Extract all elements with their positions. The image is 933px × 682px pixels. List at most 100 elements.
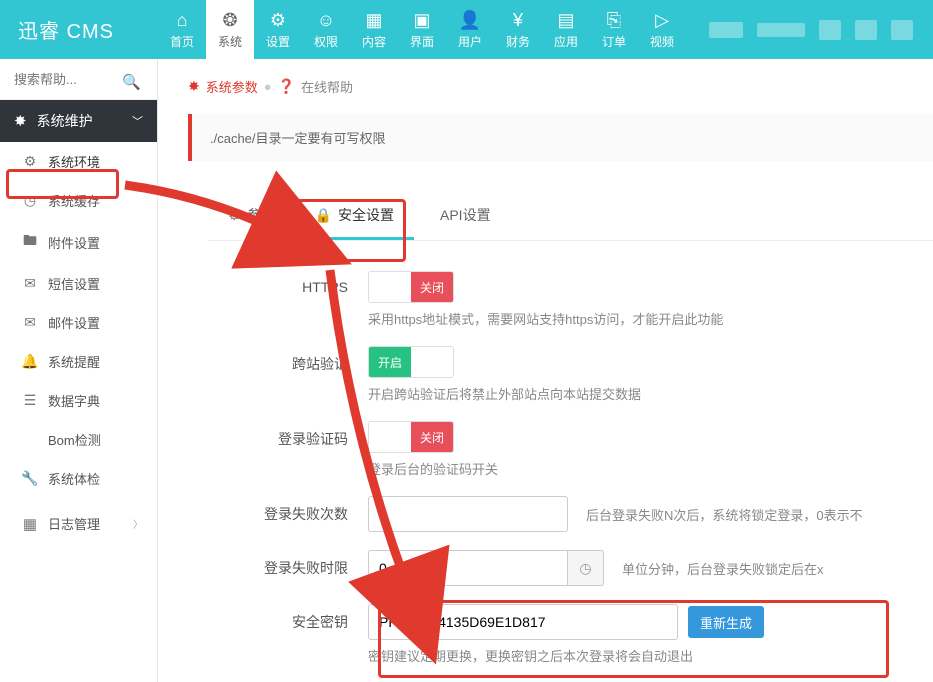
sidebar-item-email[interactable]: ✉邮件设置 — [0, 303, 157, 342]
topnav-icon: ⌂ — [177, 10, 188, 31]
tab-api[interactable]: API设置 — [414, 191, 511, 240]
topnav-blur — [819, 20, 841, 40]
sidebar-item-check[interactable]: 🔧 系统体检 — [0, 459, 157, 498]
topnav-item-4[interactable]: ▦内容 — [350, 0, 398, 59]
topnav-item-9[interactable]: ⎘订单 — [590, 0, 638, 59]
topnav-right — [709, 0, 933, 59]
toggle-off-label: 关闭 — [411, 422, 453, 452]
sidebar-item-icon: ◷ — [20, 192, 40, 209]
topnav-item-10[interactable]: ▷ 视频 — [638, 0, 686, 59]
sidebar-item-log[interactable]: ▦ 日志管理 〉 — [0, 504, 157, 543]
toggle-cross-site[interactable]: 开启 — [368, 346, 454, 378]
topnav-icon: ▣ — [413, 10, 430, 31]
toggle-blank — [369, 422, 411, 452]
sidebar-item-icon: 🔔 — [20, 353, 40, 370]
help-cross: 开启跨站验证后将禁止外部站点向本站提交数据 — [368, 384, 923, 403]
sidebar-item-dict[interactable]: ☰数据字典 — [0, 381, 157, 420]
toggle-login-captcha[interactable]: 关闭 — [368, 421, 454, 453]
sidebar: 🔍 ✸ 系统维护 ﹀ ⚙系统环境 ◷ 系统缓存 🖿附件设置✉短信设置✉邮件设置🔔系统提… — [0, 59, 158, 682]
sidebar-header-maintenance[interactable]: ✸ 系统维护 ﹀ — [0, 100, 157, 142]
sidebar-header-label: 系统维护 — [37, 111, 93, 131]
topnav-label: 首页 — [170, 33, 194, 50]
topnav-label: 权限 — [314, 33, 338, 50]
toggle-on-label: 开启 — [369, 347, 411, 377]
topnav-item-0[interactable]: ⌂ 首页 — [158, 0, 206, 59]
topnav-item-1[interactable]: ❂系统 — [206, 0, 254, 59]
toggle-https[interactable]: 关闭 — [368, 271, 454, 303]
tab-label: 参数 — [247, 205, 275, 225]
sidebar-item-label: 附件设置 — [48, 233, 100, 252]
sidebar-item-icon: ✉ — [20, 275, 40, 292]
topnav-blur — [709, 22, 743, 38]
help-fail: 后台登录失败N次后，系统将锁定登录，0表示不 — [586, 505, 863, 524]
sidebar-item-label: 日志管理 — [48, 514, 100, 533]
topnav-label: 视频 — [650, 33, 674, 50]
sidebar-item-icon: ⚙ — [20, 153, 40, 170]
breadcrumb-sep: ● — [264, 79, 272, 94]
tab-label: 安全设置 — [338, 205, 394, 225]
sidebar-item-attachment[interactable]: 🖿附件设置 — [0, 220, 157, 264]
topnav-item-5[interactable]: ▣ 界面 — [398, 0, 446, 59]
sidebar-item-system-env[interactable]: ⚙系统环境 — [0, 142, 157, 181]
main-content: ✸ 系统参数 ● ❓ 在线帮助 ./cache/目录一定要有可写权限 ⚙参数🔒安… — [158, 59, 933, 682]
topnav-icon: ⚙ — [270, 10, 286, 31]
breadcrumb-link[interactable]: 系统参数 — [206, 77, 258, 96]
tab-security[interactable]: 🔒 安全设置 — [295, 191, 414, 240]
sidebar-item-label: 系统体检 — [48, 469, 100, 488]
topnav-icon: ¥ — [513, 10, 523, 31]
topnav-item-3[interactable]: ☺权限 — [302, 0, 350, 59]
chevron-down-icon: ﹀ — [132, 113, 143, 129]
gear-icon: ✸ — [188, 78, 200, 95]
gear-icon: ✸ — [14, 112, 27, 130]
sidebar-item-bom[interactable]: Bom检测 — [0, 420, 157, 459]
topnav-icon: ▷ — [655, 10, 669, 31]
toggle-blank — [369, 272, 411, 302]
label-https: HTTPS — [218, 271, 368, 295]
sidebar-item-sms[interactable]: ✉短信设置 — [0, 264, 157, 303]
row-secret-key: 安全密钥 重新生成 密钥建议定期更换，更换密钥之后本次登录将会自动退出 — [218, 604, 923, 665]
topnav-icon: ⎘ — [607, 10, 621, 31]
brand-logo: 迅睿 CMS — [0, 0, 158, 59]
row-https: HTTPS 关闭 采用https地址模式，需要网站支持https访问，才能开启此… — [218, 271, 923, 328]
tabs: ⚙ 参数 🔒 安全设置 API设置 — [208, 191, 933, 241]
label-cross: 跨站验证 — [218, 346, 368, 374]
sidebar-item-notify[interactable]: 🔔系统提醒 — [0, 342, 157, 381]
label-lockout: 登录失败时限 — [218, 550, 368, 578]
topnav-item-7[interactable]: ¥ 财务 — [494, 0, 542, 59]
topnav-item-6[interactable]: 👤用户 — [446, 0, 494, 59]
sidebar-item-system-cache[interactable]: ◷ 系统缓存 — [0, 181, 157, 220]
sidebar-item-icon: ✉ — [20, 314, 40, 331]
form-area: HTTPS 关闭 采用https地址模式，需要网站支持https访问，才能开启此… — [188, 241, 933, 665]
sidebar-list: ⚙系统环境 ◷ 系统缓存 🖿附件设置✉短信设置✉邮件设置🔔系统提醒☰数据字典Bom检测… — [0, 142, 157, 498]
sidebar-item-icon: 🔧 — [20, 470, 40, 487]
breadcrumb: ✸ 系统参数 ● ❓ 在线帮助 — [188, 77, 933, 96]
topnav-label: 应用 — [554, 33, 578, 50]
topnav-label: 设置 — [266, 33, 290, 50]
help-https: 采用https地址模式，需要网站支持https访问，才能开启此功能 — [368, 309, 923, 328]
topnav-item-2[interactable]: ⚙ 设置 — [254, 0, 302, 59]
toggle-blank — [411, 347, 453, 377]
topnav-items: ⌂ 首页 ❂系统 ⚙ 设置 ☺权限▦内容 ▣ 界面 👤用户 ¥ 财务 ▤应用⎘订单 ▷ 视频 — [158, 0, 686, 59]
topnav-item-8[interactable]: ▤应用 — [542, 0, 590, 59]
input-secret-key[interactable] — [368, 604, 678, 640]
chevron-right-icon: 〉 — [133, 516, 143, 531]
input-lockout-minutes[interactable] — [368, 550, 568, 586]
search-icon[interactable]: 🔍 — [122, 73, 141, 91]
clock-icon: ◷ — [568, 550, 604, 586]
topnav-icon: ▦ — [365, 10, 382, 31]
top-nav: 迅睿 CMS ⌂ 首页 ❂系统 ⚙ 设置 ☺权限▦内容 ▣ 界面 👤用户 ¥ 财务 ▤应用⎘订单 ▷ 视频 — [0, 0, 933, 59]
sidebar-item-label: 系统缓存 — [48, 191, 100, 210]
topnav-label: 界面 — [410, 33, 434, 50]
regenerate-key-button[interactable]: 重新生成 — [688, 606, 764, 638]
topnav-label: 财务 — [506, 33, 530, 50]
tab-icon: 🔒 — [315, 207, 332, 224]
search-wrap: 🔍 — [0, 59, 157, 100]
row-cross-site: 跨站验证 开启 开启跨站验证后将禁止外部站点向本站提交数据 — [218, 346, 923, 403]
input-login-fail-count[interactable] — [368, 496, 568, 532]
topnav-label: 用户 — [458, 33, 482, 50]
tab-params[interactable]: ⚙ 参数 — [208, 191, 295, 240]
breadcrumb-help[interactable]: 在线帮助 — [301, 77, 353, 96]
help-key: 密钥建议定期更换，更换密钥之后本次登录将会自动退出 — [368, 646, 923, 665]
tab-icon: ⚙ — [228, 207, 241, 224]
label-captcha: 登录验证码 — [218, 421, 368, 449]
